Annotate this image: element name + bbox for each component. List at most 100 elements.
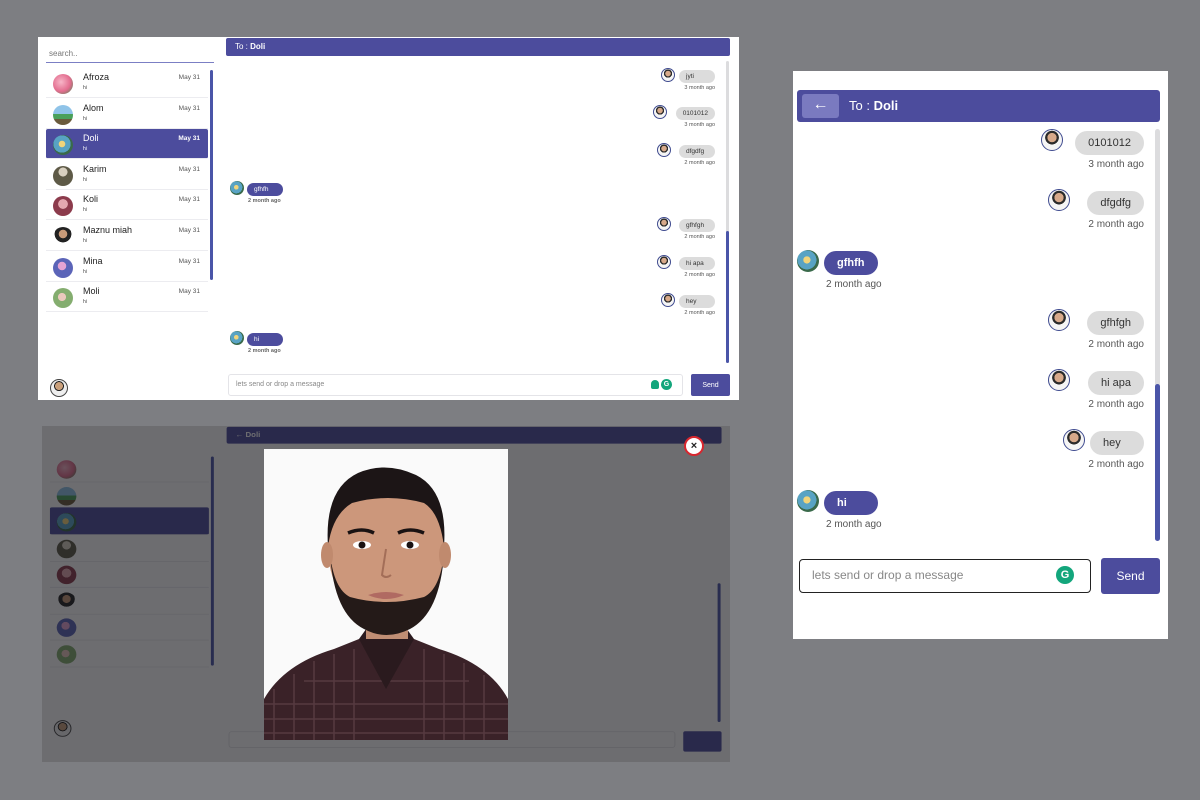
contact-avatar [53,104,73,125]
message-list: jyti 3 month ago 0101012 3 month ago dfgdfg 2… [226,57,731,367]
message-out: jyti 3 month ago [659,68,715,92]
contact-item-maznu-miah[interactable]: Maznu miah hi May 31 [46,221,208,251]
contact-preview: hi [83,176,87,183]
contact-name: Moli [83,286,100,297]
message-bubble: hey [679,295,715,308]
contact-date: May 31 [178,227,200,234]
contact-item-doli[interactable]: Doli hi May 31 [46,129,208,160]
chat-scroll-thumb[interactable] [726,231,729,363]
contact-preview: hi [83,299,87,306]
message-bubble: gfhfh [824,251,878,275]
contact-date: May 31 [178,196,200,204]
message-time: 3 month ago [1088,159,1144,170]
contact-item-afroza[interactable]: Afroza hi May 31 [46,68,208,98]
sender-avatar [230,181,244,195]
message-time: 2 month ago [248,348,281,354]
chat-area: To : Doli jyti 3 month ago 0101012 3 month … [226,37,731,400]
message-time: 2 month ago [1088,459,1144,470]
message-out: gfhfgh 2 month ago [655,217,715,241]
message-time: 2 month ago [1088,339,1144,350]
contact-date: May 31 [178,288,200,296]
message-bubble: dfgdfg [1087,191,1144,215]
message-time: 2 month ago [684,310,715,316]
contact-name: Doli [83,133,99,144]
contact-date: May 31 [178,135,200,143]
back-button[interactable]: ← [802,94,839,118]
contact-preview: hi [83,115,87,122]
contact-preview: hi [83,238,87,244]
message-bubble: hey [1090,431,1144,455]
mobile-scroll-thumb[interactable] [1155,384,1160,541]
search-input[interactable] [46,45,214,63]
sender-avatar [657,255,672,269]
chat-header: To : Doli [226,38,730,56]
contact-avatar [53,196,73,217]
contact-item-mina[interactable]: Mina hi May 31 [46,252,208,282]
contact-preview: hi [83,207,87,214]
message-bubble: gfhfh [247,183,283,196]
contact-item-koli[interactable]: Koli hi May 31 [46,190,208,221]
mobile-message-out: hey 2 month ago [1060,429,1144,490]
message-bubble: hi apa [1088,371,1144,395]
sender-avatar [1040,129,1063,151]
mobile-message-list: 0101012 3 month ago dfgdfg 2 month ago gfhfh… [793,126,1163,541]
contact-preview: hi [83,146,87,153]
send-button[interactable]: Send [691,374,730,396]
contact-avatar [53,227,73,247]
contact-avatar [53,257,73,278]
mobile-chat-window: ← To : Doli 0101012 3 month ago dfgdfg 2 mo… [793,71,1168,639]
sender-avatar [1047,189,1070,211]
mobile-message-out: gfhfgh 2 month ago [1045,309,1144,370]
contact-preview: hi [83,268,87,275]
message-time: 3 month ago [684,85,715,91]
contact-list: Afroza hi May 31 Alom hi May 31 Doli hi May 31 Ka… [46,68,208,324]
contact-item-alom[interactable]: Alom hi May 31 [46,99,208,129]
sender-avatar [661,293,675,307]
mobile-send-button[interactable]: Send [1101,558,1160,594]
message-in: gfhfh 2 month ago [230,181,310,205]
sender-avatar [657,217,672,231]
message-time: 2 month ago [1088,399,1144,410]
contact-date: May 31 [178,257,200,265]
message-out: hi apa 2 month ago [655,255,715,279]
sender-avatar [652,105,667,119]
desktop-chat-window: AfrozahiMay 31AlomhiMay 31DolihiMay 31Ka… [38,37,739,400]
sidebar-scrollbar[interactable] [210,70,213,280]
profile-photo [264,449,508,740]
mobile-message-out: dfgdfg 2 month ago [1045,189,1144,250]
close-modal-button[interactable]: × [684,436,704,456]
contact-avatar [53,288,73,309]
mobile-message-input[interactable]: lets send or drop a message G [799,559,1091,593]
message-in: hi 2 month ago [230,331,310,355]
message-bubble: gfhfgh [1087,311,1144,335]
chat-scrollbar[interactable] [726,61,729,363]
mobile-scrollbar[interactable] [1155,129,1160,541]
sender-avatar [1047,309,1070,331]
contacts-sidebar: AfrozahiMay 31AlomhiMay 31DolihiMay 31Ka… [38,37,216,400]
message-bubble: 0101012 [1075,131,1144,155]
grammarly-icon[interactable]: G [661,379,672,390]
mobile-message-in: gfhfh 2 month ago [797,250,917,310]
contact-name: Mina [83,255,103,266]
current-user-avatar[interactable] [50,379,68,397]
bulb-icon[interactable] [651,380,659,389]
grammarly-icon[interactable]: G [1056,566,1074,584]
contact-item-moli[interactable]: Moli hi May 31 [46,282,208,313]
to-label: To : [235,42,248,51]
message-bubble: hi [824,491,878,515]
message-input[interactable]: lets send or drop a message G [228,374,683,396]
recipient-name: Doli [250,42,266,51]
message-time: 2 month ago [684,234,715,240]
mobile-message-out: hi apa 2 month ago [1045,369,1144,430]
contact-name: Alom [83,102,104,113]
message-time: 2 month ago [826,279,882,290]
contact-name: Afroza [83,72,110,82]
contact-date: May 31 [178,104,200,112]
message-placeholder: lets send or drop a message [812,568,964,582]
message-time: 2 month ago [826,519,882,530]
message-bubble: 0101012 [675,107,715,120]
message-out: dfgdfg 2 month ago [655,143,715,167]
contact-item-karim[interactable]: Karim hi May 31 [46,160,208,190]
sender-avatar [797,490,819,512]
message-time: 2 month ago [1088,219,1144,230]
